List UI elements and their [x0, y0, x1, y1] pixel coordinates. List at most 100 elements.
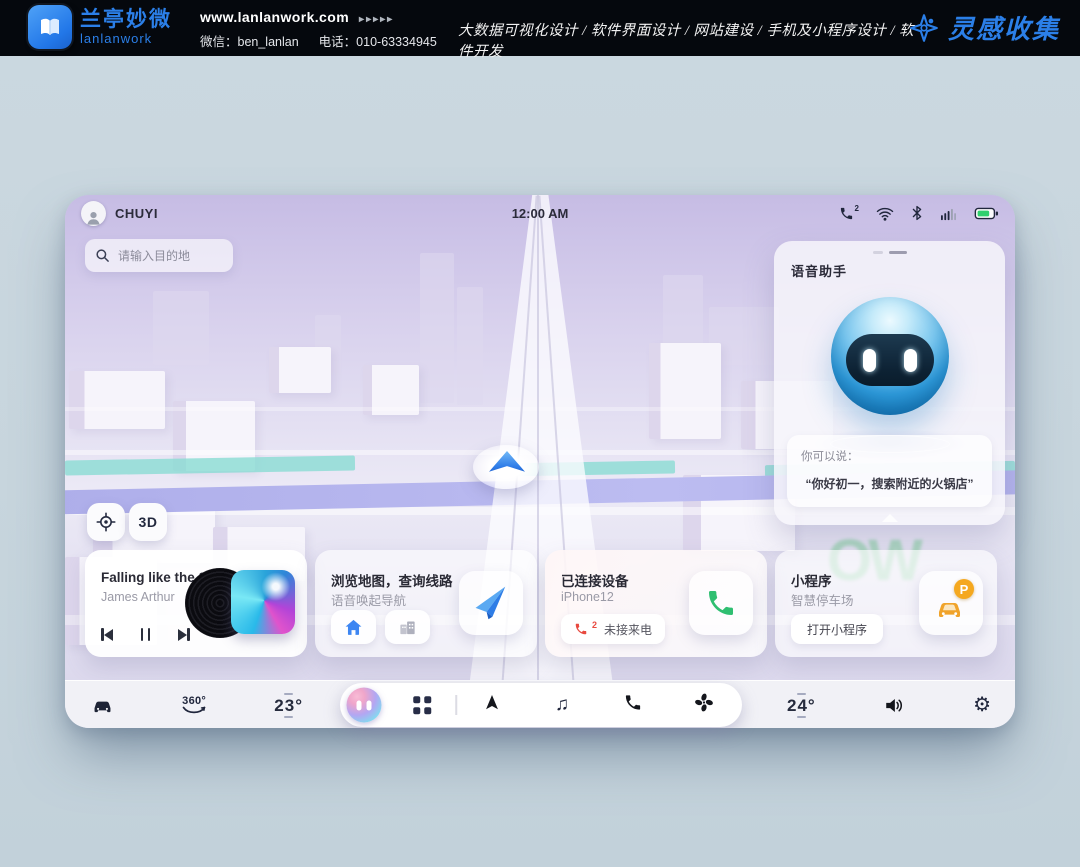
go-work-button[interactable] — [385, 610, 430, 644]
temp-down-dash — [797, 716, 806, 718]
page: 兰亭妙微 lanlanwork www.lanlanwork.com ▸▸▸▸▸ … — [0, 0, 1080, 867]
volume-button[interactable] — [883, 696, 905, 715]
mini-program-name: 智慧停车场 — [791, 590, 854, 609]
missed-call-icon — [574, 622, 588, 636]
navigation-card[interactable]: 浏览地图，查询线路 语音唤起导航 — [315, 550, 537, 657]
album-art[interactable] — [231, 570, 295, 634]
music-note-icon: ♫ — [555, 694, 569, 715]
search-input[interactable] — [118, 249, 218, 263]
start-navigation-tile[interactable] — [459, 571, 523, 635]
apps-grid-icon[interactable] — [413, 696, 431, 714]
driver-temperature-value: 23° — [274, 697, 303, 714]
home-icon — [344, 618, 363, 636]
arrow-marks: ▸▸▸▸▸ — [359, 14, 394, 25]
car-icon — [91, 695, 114, 715]
locate-button[interactable] — [87, 503, 125, 541]
voice-assistant-panel: 语音助手 你可以说： “你好初一，搜索附近的火锅店” — [774, 241, 1005, 525]
pause-button[interactable] — [141, 628, 151, 641]
robot-face — [846, 334, 934, 386]
brand-name-en: lanlanwork — [80, 31, 172, 46]
navigation-arrow-icon — [483, 693, 502, 712]
hint-example: “你好初一，搜索附近的火锅店” — [787, 475, 992, 492]
contact-block: www.lanlanwork.com ▸▸▸▸▸ 微信：ben_lanlan 电话… — [200, 9, 437, 50]
paper-plane-icon — [471, 583, 511, 623]
missed-calls-pill[interactable]: 2 未接来电 — [561, 614, 665, 644]
device-title: 已连接设备 — [561, 570, 629, 590]
voice-assistant-orb[interactable] — [347, 688, 382, 723]
bottom-dock: 360° 23° ♫ — [65, 680, 1015, 728]
nav-subtitle: 语音唤起导航 — [331, 590, 406, 609]
fan-icon — [694, 693, 714, 713]
gear-icon: ⚙ — [973, 695, 991, 715]
top-banner: 兰亭妙微 lanlanwork www.lanlanwork.com ▸▸▸▸▸ … — [0, 0, 1080, 56]
assistant-robot-avatar — [831, 297, 949, 415]
song-artist: James Arthur — [101, 590, 175, 604]
climate-app-button[interactable] — [694, 693, 714, 718]
services-list: 大数据可视化设计 / 软件界面设计 / 网站建设 / 手机及小程序设计 / 软件… — [458, 19, 918, 61]
parking-app-tile[interactable]: P — [919, 571, 983, 635]
website-url: www.lanlanwork.com — [200, 9, 349, 25]
music-card[interactable]: Falling like the Stars James Arthur — [85, 550, 307, 657]
phone-number: 电话：010-63334945 — [319, 31, 437, 50]
missed-call-count-badge: 2 — [855, 204, 859, 213]
voice-hint-card[interactable]: 你可以说： “你好初一，搜索附近的火锅店” — [787, 435, 992, 507]
brand-name-cn: 兰亭妙微 — [80, 8, 172, 31]
surround-view-360-button[interactable]: 360° — [181, 696, 207, 715]
open-mini-program-label: 打开小程序 — [807, 621, 867, 638]
phone-app-tile[interactable] — [689, 571, 753, 635]
wifi-icon[interactable] — [876, 206, 894, 221]
search-icon — [95, 248, 110, 263]
car-settings-button[interactable] — [91, 695, 114, 715]
expand-arrow[interactable] — [882, 514, 898, 522]
temp-down-dash — [284, 716, 293, 718]
go-home-button[interactable] — [331, 610, 376, 644]
next-track-button[interactable] — [178, 628, 190, 641]
car-position-halo — [473, 445, 539, 489]
car-infotainment-screen: OW CHUYI 12:00 AM 2 — [65, 195, 1015, 728]
wechat-id: 微信：ben_lanlan — [200, 31, 299, 50]
destination-search[interactable] — [85, 239, 233, 272]
navigation-app-button[interactable] — [483, 693, 502, 717]
driver-temperature-control[interactable]: 23° — [274, 691, 303, 720]
signal-bars-icon[interactable] — [940, 206, 957, 221]
view-3d-button[interactable]: 3D — [129, 503, 167, 541]
mini-program-title: 小程序 — [791, 570, 832, 590]
office-building-icon — [398, 618, 417, 636]
battery-icon[interactable] — [974, 207, 999, 220]
phone-status-icon[interactable]: 2 — [839, 206, 859, 221]
bluetooth-icon[interactable] — [911, 205, 923, 221]
passenger-temperature-control[interactable]: 24° — [787, 691, 816, 720]
assistant-title: 语音助手 — [791, 261, 847, 280]
temp-up-dash — [797, 693, 806, 695]
settings-button[interactable]: ⚙ — [973, 695, 991, 715]
dock-center-pill: ♫ — [340, 683, 742, 727]
phone-app-button[interactable] — [624, 693, 643, 717]
drag-handle[interactable] — [873, 251, 907, 254]
phone-handset-icon — [705, 587, 737, 619]
previous-track-button[interactable] — [101, 628, 113, 641]
view-3d-label: 3D — [139, 514, 158, 530]
speaker-icon — [883, 696, 905, 715]
360-arc-icon — [181, 706, 207, 715]
mini-program-card[interactable]: 小程序 智慧停车场 打开小程序 P — [775, 550, 997, 657]
nav-title: 浏览地图，查询线路 — [331, 570, 453, 590]
phone-icon — [624, 693, 643, 712]
status-bar: CHUYI 12:00 AM 2 — [65, 195, 1015, 231]
brand-logo[interactable]: 兰亭妙微 lanlanwork — [28, 5, 172, 49]
inspiration-collect-button[interactable]: 灵感收集 — [908, 9, 1060, 46]
robot-eye-left — [863, 349, 876, 372]
locate-icon — [96, 512, 116, 532]
device-name: iPhone12 — [561, 590, 614, 604]
connected-device-card[interactable]: 已连接设备 iPhone12 2 未接来电 — [545, 550, 767, 657]
music-app-button[interactable]: ♫ — [555, 695, 569, 715]
passenger-temperature-value: 24° — [787, 697, 816, 714]
dock-divider — [455, 695, 457, 715]
temp-up-dash — [284, 693, 293, 695]
robot-eye-right — [904, 349, 917, 372]
open-mini-program-button[interactable]: 打开小程序 — [791, 614, 883, 644]
missed-call-label: 未接来电 — [604, 621, 652, 638]
360-label: 360° — [182, 696, 206, 706]
sparkle-icon — [908, 12, 940, 44]
collect-label: 灵感收集 — [948, 9, 1060, 46]
missed-call-count: 2 — [592, 620, 597, 630]
